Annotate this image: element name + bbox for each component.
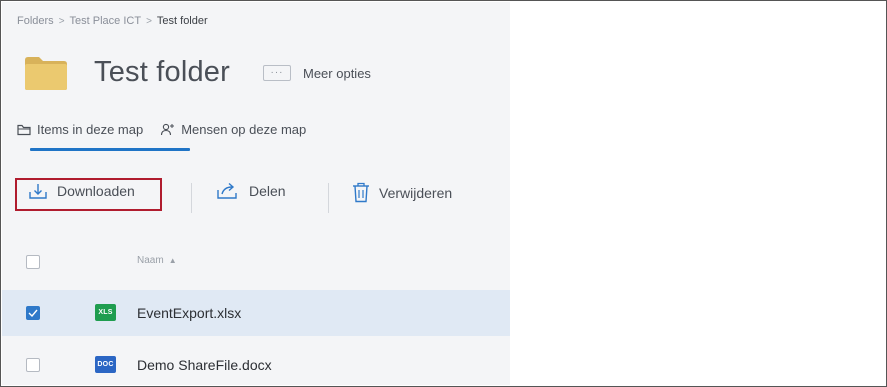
breadcrumb-separator: > <box>146 15 152 27</box>
xls-file-icon: XLS <box>95 304 116 321</box>
select-all-checkbox[interactable] <box>26 255 40 269</box>
toolbar-divider <box>328 183 329 213</box>
row-checkbox[interactable] <box>26 358 40 372</box>
file-name[interactable]: Demo ShareFile.docx <box>137 357 272 373</box>
folder-outline-icon <box>17 124 31 135</box>
tab-people-label: Mensen op deze map <box>181 122 307 137</box>
row-checkbox[interactable] <box>26 306 40 320</box>
share-button[interactable]: Delen <box>216 182 286 200</box>
doc-file-icon: DOC <box>95 356 116 373</box>
column-header-name[interactable]: Naam ▲ <box>137 255 177 266</box>
column-name-label: Naam <box>137 255 164 266</box>
breadcrumb-separator: > <box>58 15 65 27</box>
breadcrumb-item-test-place-ict[interactable]: Test Place ICT <box>70 15 142 27</box>
tab-items-in-folder[interactable]: Items in deze map <box>17 122 143 137</box>
list-header: Naam ▲ <box>2 238 510 284</box>
breadcrumb-item-folders[interactable]: Folders <box>17 15 54 27</box>
share-icon <box>217 182 237 199</box>
tab-bar: Items in deze map Mensen op deze map <box>17 122 306 137</box>
share-label: Delen <box>249 183 286 199</box>
page-title: Test folder <box>94 56 230 88</box>
checkmark-icon <box>28 309 38 317</box>
folder-icon <box>25 57 67 90</box>
trash-icon <box>353 182 369 203</box>
tab-items-label: Items in deze map <box>37 122 144 137</box>
tab-people-on-folder[interactable]: Mensen op deze map <box>160 122 306 137</box>
screenshot-frame: Folders > Test Place ICT > Test folder T… <box>0 0 887 387</box>
breadcrumb: Folders > Test Place ICT > Test folder <box>17 15 208 27</box>
toolbar-divider <box>191 183 192 213</box>
delete-label: Verwijderen <box>379 184 453 201</box>
breadcrumb-item-current: Test folder <box>156 15 208 27</box>
more-options-button[interactable]: ··· Meer opties <box>263 65 371 81</box>
download-highlight-box <box>15 178 162 211</box>
file-name[interactable]: EventExport.xlsx <box>137 305 241 321</box>
more-options-icon: ··· <box>263 65 291 81</box>
active-tab-indicator <box>30 148 190 151</box>
sort-ascending-icon: ▲ <box>168 256 177 265</box>
table-row[interactable]: XLS EventExport.xlsx <box>2 290 510 336</box>
person-add-icon <box>161 123 175 136</box>
more-options-label: Meer opties <box>303 65 371 81</box>
table-row[interactable]: DOC Demo ShareFile.docx <box>2 342 510 385</box>
delete-button[interactable]: Verwijderen <box>352 182 452 203</box>
